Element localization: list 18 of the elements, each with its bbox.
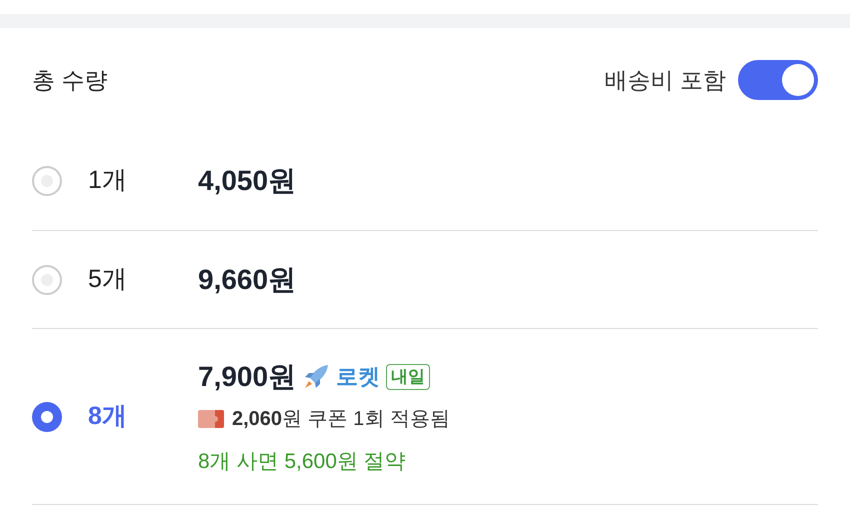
savings-text: 8개 사면 5,600원 절약 <box>198 448 407 475</box>
coupon-icon <box>198 410 224 428</box>
price: 9,660원 <box>198 262 296 296</box>
shipping-toggle[interactable] <box>738 60 818 100</box>
coupon-text: 2,060원 쿠폰 1회 적용됨 <box>232 406 450 432</box>
radio-button[interactable] <box>32 402 62 432</box>
section-title: 총 수량 <box>32 66 108 95</box>
price: 7,900원 <box>198 360 296 394</box>
rocket-delivery-label: 로켓 <box>336 363 380 392</box>
delivery-badge: 내일 <box>386 364 430 390</box>
radio-button[interactable] <box>32 166 62 196</box>
radio-button[interactable] <box>32 264 62 294</box>
quantity-label: 1개 <box>88 165 128 196</box>
price: 4,050원 <box>198 164 296 198</box>
quantity-label: 5개 <box>88 264 128 295</box>
toggle-label: 배송비 포함 <box>604 66 726 95</box>
rocket-icon <box>302 362 330 391</box>
quantity-label: 8개 <box>88 400 128 432</box>
